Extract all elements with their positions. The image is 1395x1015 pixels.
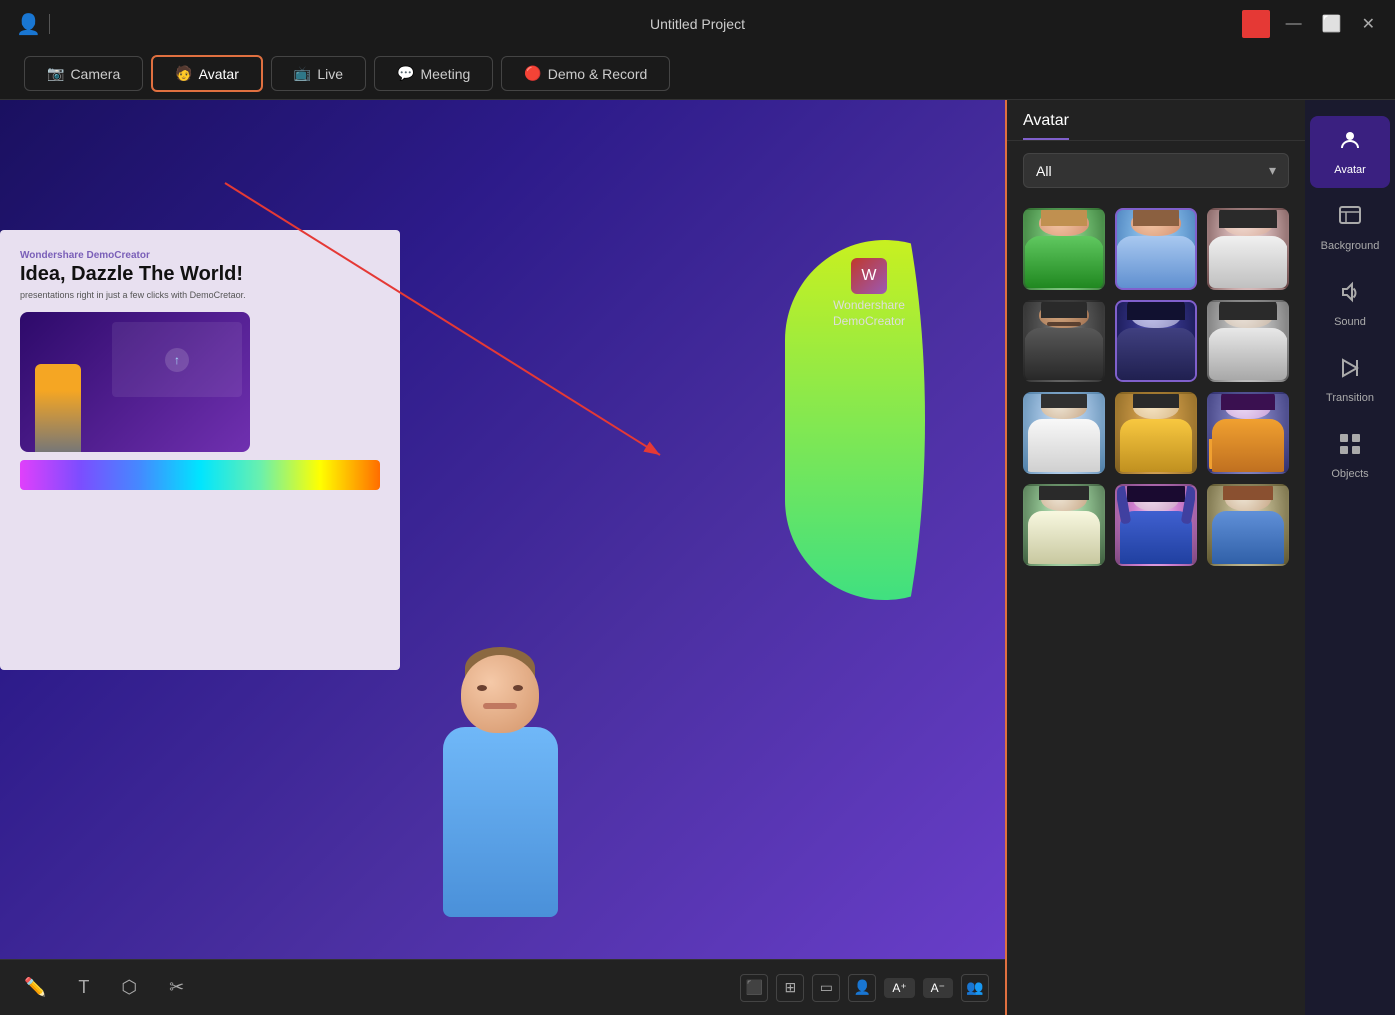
toolbar-left-tools: ✏️ T ⬡ ✂ — [16, 973, 192, 1002]
close-button[interactable]: ✕ — [1358, 10, 1379, 38]
slide-preview: Wondershare DemoCreator Idea, Dazzle The… — [0, 230, 400, 670]
avatar-filter-select[interactable]: All ▾ — [1023, 153, 1289, 188]
sidebar-item-objects[interactable]: Objects — [1310, 420, 1390, 492]
toolbar-right-tools: ⬛ ⊞ ▭ 👤 A⁺ A⁻ 👥 — [740, 974, 989, 1002]
user-area: 👤 — [16, 12, 50, 37]
demo-tab[interactable]: 🔴 Demo & Record — [501, 56, 670, 91]
demo-icon: 🔴 — [524, 65, 541, 82]
meeting-icon: 💬 — [397, 65, 414, 82]
view-mode-1-button[interactable]: ⬛ — [740, 974, 768, 1002]
avatar-card-12[interactable] — [1207, 484, 1289, 566]
avatar-panel-content: Avatar All ▾ — [1007, 100, 1305, 1015]
avatar-eye-right — [513, 685, 523, 691]
scene-content: W WondershareDemoCreator Wondershare Dem… — [0, 100, 1005, 1015]
camera-icon: 📷 — [47, 65, 64, 82]
avatar-card-7[interactable] — [1023, 392, 1105, 474]
slide-subtitle: presentations right in just a few clicks… — [20, 290, 380, 300]
avatar-card-9[interactable] — [1207, 392, 1289, 474]
bottom-toolbar: ✏️ T ⬡ ✂ ⬛ ⊞ ▭ 👤 A⁺ A⁻ 👥 — [0, 959, 1005, 1015]
avatar-body — [443, 727, 558, 917]
slide-upload-area: ↑ — [112, 322, 242, 397]
transition-sidebar-icon — [1338, 356, 1362, 386]
ws-logo-icon: W — [851, 258, 887, 294]
record-indicator — [1242, 10, 1270, 38]
avatar-card-6[interactable] — [1207, 300, 1289, 382]
sidebar-item-background[interactable]: Background — [1310, 192, 1390, 264]
avatar-panel-header: Avatar — [1007, 100, 1305, 141]
ws-logo-text: WondershareDemoCreator — [833, 298, 905, 329]
avatar-card-4[interactable] — [1023, 300, 1105, 382]
view-mode-2-button[interactable]: ⊞ — [776, 974, 804, 1002]
view-mode-4-button[interactable]: 👤 — [848, 974, 876, 1002]
shape-tool-button[interactable]: ⬡ — [113, 973, 145, 1002]
sidebar-item-avatar[interactable]: Avatar — [1310, 116, 1390, 188]
avatar-grid — [1007, 200, 1305, 1015]
avatar-tab[interactable]: 🧑 Avatar — [151, 55, 263, 92]
background-sidebar-icon — [1338, 204, 1362, 234]
avatar-sidebar-label: Avatar — [1334, 164, 1366, 176]
avatar-panel-title: Avatar — [1023, 112, 1069, 140]
main-avatar — [400, 655, 600, 955]
sound-sidebar-label: Sound — [1334, 316, 1366, 328]
font-increase-button[interactable]: A⁺ — [884, 978, 914, 998]
canvas-area[interactable]: W WondershareDemoCreator Wondershare Dem… — [0, 100, 1005, 1015]
avatar-card-10[interactable] — [1023, 484, 1105, 566]
ws-logo-area: W WondershareDemoCreator — [833, 258, 905, 329]
right-panel: Avatar All ▾ — [1005, 100, 1395, 1015]
filter-row: All ▾ — [1007, 141, 1305, 200]
draw-tool-button[interactable]: ✏️ — [16, 973, 54, 1002]
sound-sidebar-icon — [1338, 280, 1362, 310]
avatar-card-1[interactable] — [1023, 208, 1105, 290]
sidebar-item-sound[interactable]: Sound — [1310, 268, 1390, 340]
user-icon[interactable]: 👤 — [16, 12, 41, 37]
rainbow-bar — [20, 460, 380, 490]
avatar-card-11[interactable] — [1115, 484, 1197, 566]
avatar-card-3[interactable] — [1207, 208, 1289, 290]
avatar-card-8[interactable] — [1115, 392, 1197, 474]
meeting-tab[interactable]: 💬 Meeting — [374, 56, 493, 91]
objects-sidebar-icon — [1338, 432, 1362, 462]
avatar-head-container — [461, 655, 539, 733]
slide-inner-screen: ↑ — [20, 312, 250, 452]
chevron-down-icon: ▾ — [1269, 162, 1276, 179]
avatar-mouth — [483, 703, 517, 709]
transition-sidebar-label: Transition — [1326, 392, 1374, 404]
sidebar: Avatar Background — [1305, 100, 1395, 1015]
slide-brand: Wondershare DemoCreator — [20, 250, 380, 261]
maximize-button[interactable]: ⬜ — [1318, 10, 1346, 38]
upload-icon: ↑ — [165, 348, 189, 372]
right-panel-inner: Avatar All ▾ — [1007, 100, 1395, 1015]
camera-tab[interactable]: 📷 Camera — [24, 56, 143, 91]
sidebar-item-transition[interactable]: Transition — [1310, 344, 1390, 416]
minimize-button[interactable]: — — [1282, 11, 1306, 37]
slide-person-figure — [35, 364, 81, 452]
slide-title: Idea, Dazzle The World! — [20, 263, 380, 286]
text-tool-button[interactable]: T — [70, 973, 97, 1002]
window-title: Untitled Project — [650, 16, 745, 32]
avatar-nav-icon: 🧑 — [175, 65, 192, 82]
group-button[interactable]: 👥 — [961, 974, 989, 1002]
title-bar-right: — ⬜ ✕ — [1242, 10, 1379, 38]
avatar-card-5[interactable] — [1115, 300, 1197, 382]
view-mode-3-button[interactable]: ▭ — [812, 974, 840, 1002]
live-icon: 📺 — [294, 65, 311, 82]
font-decrease-button[interactable]: A⁻ — [923, 978, 953, 998]
avatar-eye-left — [477, 685, 487, 691]
title-bar: 👤 Untitled Project — ⬜ ✕ — [0, 0, 1395, 48]
nav-bar: 📷 Camera 🧑 Avatar 📺 Live 💬 Meeting 🔴 Dem… — [0, 48, 1395, 100]
avatar-face — [461, 655, 539, 733]
live-tab[interactable]: 📺 Live — [271, 56, 366, 91]
crop-tool-button[interactable]: ✂ — [161, 973, 192, 1002]
avatar-sidebar-icon — [1338, 128, 1362, 158]
main-layout: W WondershareDemoCreator Wondershare Dem… — [0, 100, 1395, 1015]
avatar-card-2[interactable] — [1115, 208, 1197, 290]
objects-sidebar-label: Objects — [1331, 468, 1368, 480]
background-sidebar-label: Background — [1321, 240, 1380, 252]
